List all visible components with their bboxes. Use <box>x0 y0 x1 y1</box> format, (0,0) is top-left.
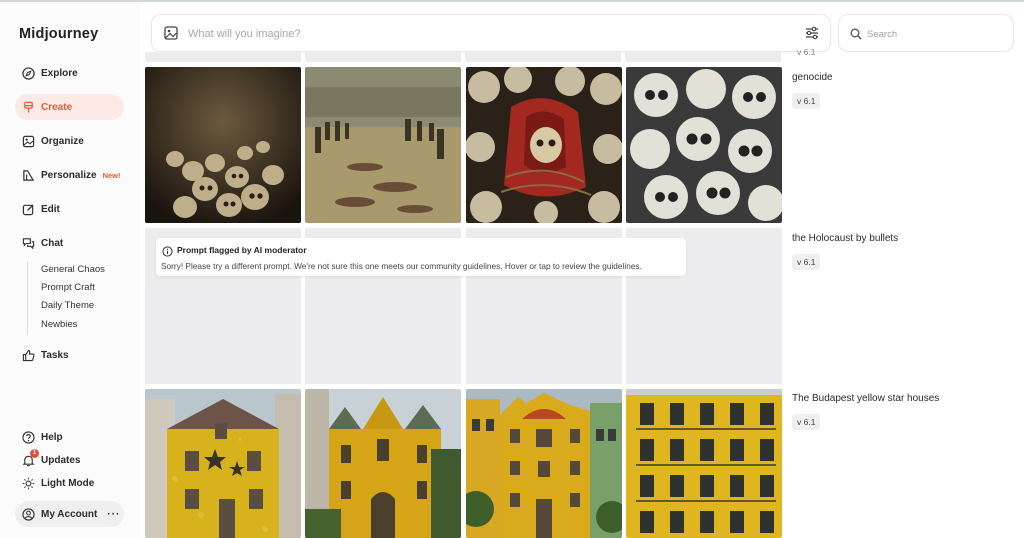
nav-light-mode-label: Light Mode <box>41 477 95 489</box>
nav-tasks-label: Tasks <box>41 349 69 361</box>
job-prompt[interactable]: genocide <box>792 72 833 83</box>
new-badge: New! <box>102 170 121 180</box>
bell-icon: 1 <box>21 449 39 467</box>
image-tile[interactable] <box>466 67 622 223</box>
nav-edit[interactable]: Edit <box>15 196 124 222</box>
nav-chat-label: Chat <box>41 237 64 249</box>
nav-chat[interactable]: Chat <box>15 230 124 256</box>
nav-help-label: Help <box>41 431 63 443</box>
image-tile[interactable] <box>145 67 301 223</box>
job-version-chip[interactable]: v 6.1 <box>792 93 821 109</box>
previous-job-version: v 6.1 <box>797 47 816 57</box>
image-tile[interactable] <box>305 389 461 538</box>
sidebar: Midjourney Explore Create Organize Perso… <box>0 2 140 538</box>
image-tile[interactable] <box>466 389 622 538</box>
chat-bubbles-icon <box>21 236 35 250</box>
more-options-icon[interactable]: ··· <box>107 509 120 520</box>
paintbrush-icon <box>21 100 35 114</box>
chat-room-newbies[interactable]: Newbies <box>41 319 77 330</box>
account-icon <box>21 507 35 521</box>
search-icon <box>850 27 862 45</box>
flag-title: Prompt flagged by AI moderator <box>177 245 307 255</box>
chat-room-daily-theme[interactable]: Daily Theme <box>41 300 94 311</box>
nav-organize[interactable]: Organize <box>15 128 124 154</box>
image-tile[interactable] <box>626 67 782 223</box>
nav-tasks[interactable]: Tasks <box>15 342 124 368</box>
settings-sliders-icon[interactable] <box>804 25 820 46</box>
search-box <box>838 14 1014 52</box>
nav-edit-label: Edit <box>41 203 60 215</box>
job-version-chip[interactable]: v 6.1 <box>792 414 821 430</box>
previous-job-grid-remnant <box>145 52 781 66</box>
flag-message: Sorry! Please try a different prompt. We… <box>161 261 642 271</box>
gallery-icon <box>21 134 35 148</box>
image-tile[interactable] <box>145 389 301 538</box>
chat-room-prompt-craft[interactable]: Prompt Craft <box>41 282 95 293</box>
nav-updates-label: Updates <box>41 454 81 466</box>
edit-icon <box>21 202 35 216</box>
job-version-chip[interactable]: v 6.1 <box>792 254 821 270</box>
info-icon <box>162 244 173 262</box>
moderation-flag-notice[interactable]: Prompt flagged by AI moderator Sorry! Pl… <box>156 238 686 276</box>
app-logo[interactable]: Midjourney <box>19 26 98 42</box>
account-button[interactable]: My Account ··· <box>15 501 124 527</box>
image-upload-icon[interactable] <box>164 26 178 45</box>
nav-light-mode[interactable]: Light Mode <box>15 470 124 496</box>
nav-organize-label: Organize <box>41 135 84 147</box>
nav-explore-label: Explore <box>41 67 78 79</box>
nav-personalize[interactable]: Personalize New! <box>15 162 124 188</box>
sun-icon <box>21 476 35 490</box>
image-tile[interactable] <box>626 389 782 538</box>
nav-create[interactable]: Create <box>15 94 124 120</box>
chat-tree-line <box>27 262 28 335</box>
image-tile[interactable] <box>305 67 461 223</box>
compass-icon <box>21 66 35 80</box>
personalize-icon <box>21 168 35 182</box>
nav-personalize-label: Personalize <box>41 169 97 181</box>
help-icon <box>21 430 35 444</box>
updates-count-badge: 1 <box>30 449 39 458</box>
account-label: My Account <box>41 508 98 520</box>
nav-explore[interactable]: Explore <box>15 60 124 86</box>
thumbs-up-icon <box>21 348 35 362</box>
search-input[interactable] <box>867 25 1005 43</box>
prompt-input[interactable] <box>188 24 788 44</box>
chat-room-general-chaos[interactable]: General Chaos <box>41 264 105 275</box>
window-top-border <box>0 0 1024 2</box>
job-prompt[interactable]: the Holocaust by bullets <box>792 233 898 244</box>
nav-create-label: Create <box>41 101 73 113</box>
job-prompt[interactable]: The Budapest yellow star houses <box>792 393 939 404</box>
prompt-bar <box>151 14 831 52</box>
